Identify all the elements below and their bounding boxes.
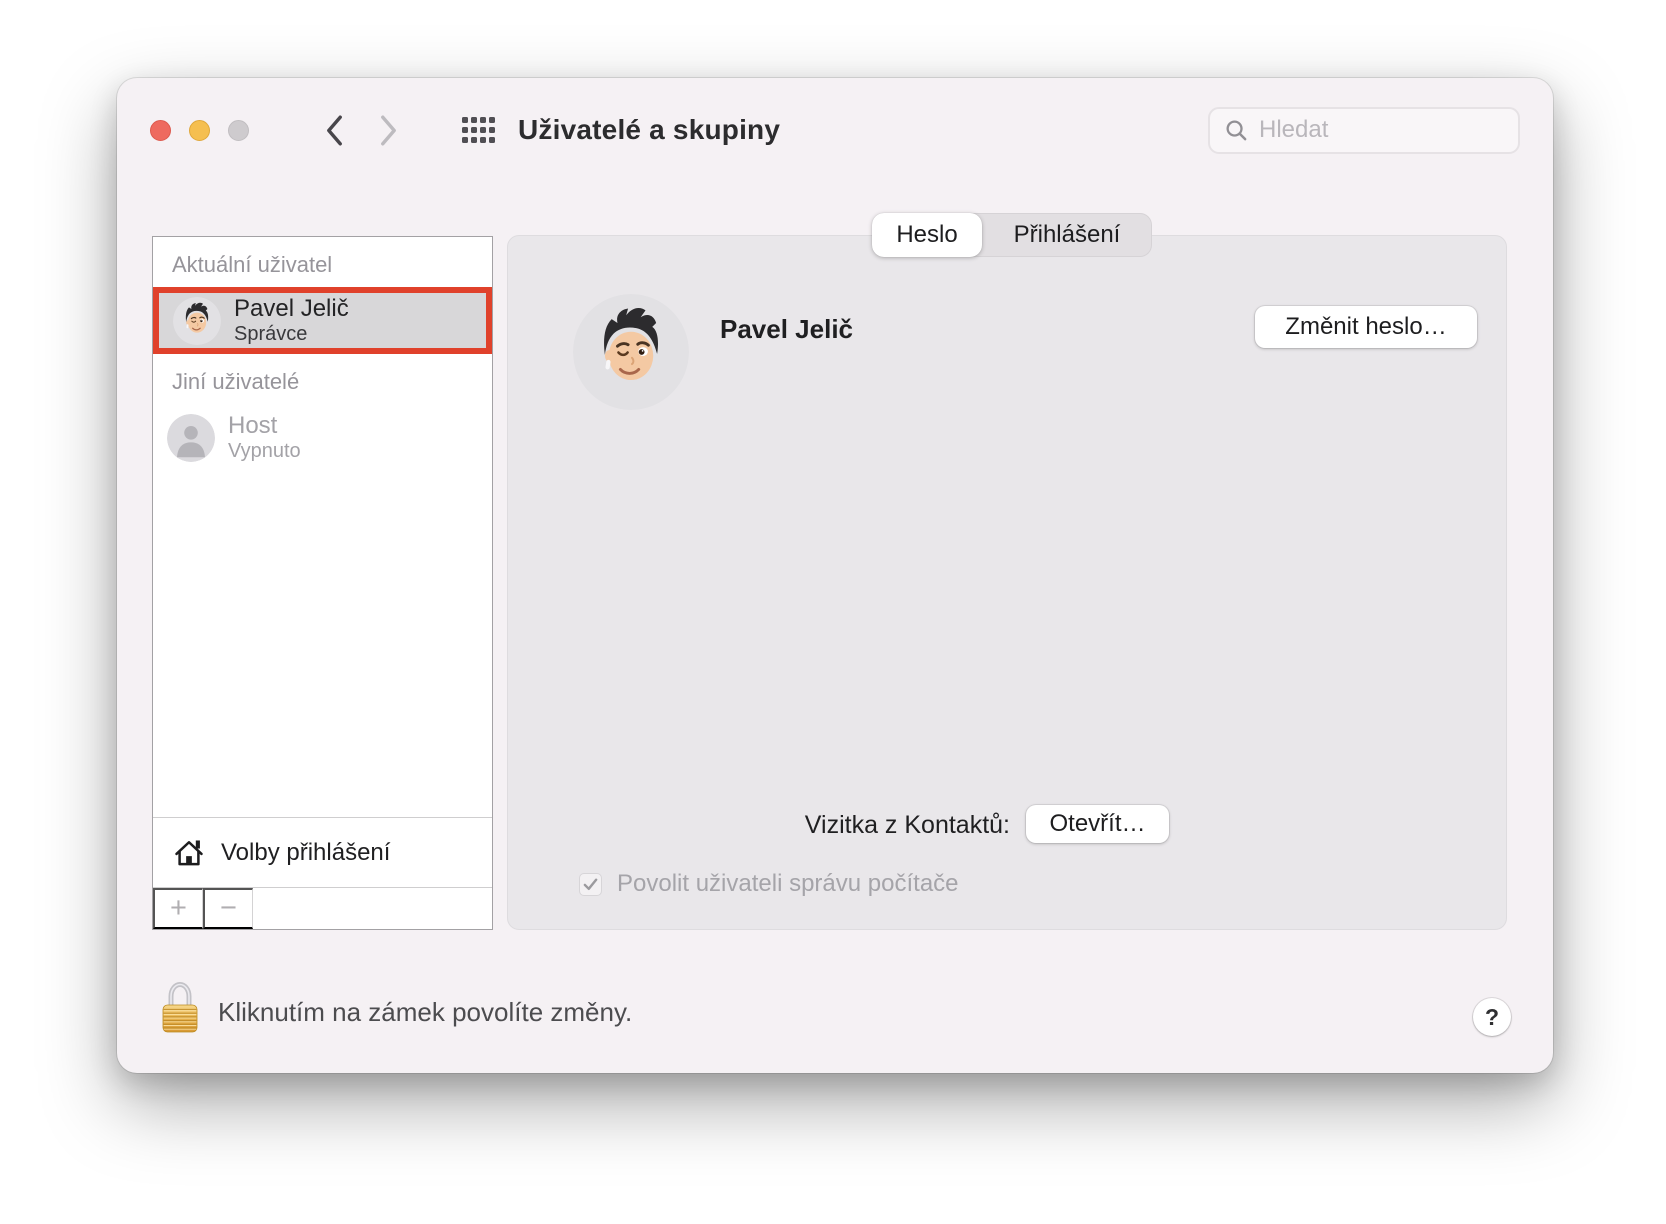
admin-checkbox-label: Povolit uživateli správu počítače	[617, 870, 959, 897]
user-row-current[interactable]: Pavel Jelič Správce	[153, 287, 492, 354]
user-row-guest[interactable]: Host Vypnuto	[153, 404, 492, 471]
user-row-text: Pavel Jelič Správce	[234, 295, 349, 346]
chevron-left-icon	[325, 114, 344, 147]
home-icon	[172, 836, 206, 870]
guest-row-text: Host Vypnuto	[228, 412, 301, 463]
minimize-window-button[interactable]	[189, 119, 210, 141]
back-button[interactable]	[314, 108, 354, 152]
lock-icon	[158, 981, 202, 1035]
contacts-card-label: Vizitka z Kontaktů:	[804, 811, 1010, 839]
profile-picture-memoji[interactable]	[573, 294, 689, 410]
forward-button[interactable]	[368, 108, 408, 152]
zoom-window-button[interactable]	[228, 119, 249, 141]
password-panel: Pavel Jelič Změnit heslo… Vizitka z Kont…	[507, 235, 1507, 930]
lock-message: Kliknutím na zámek povolíte změny.	[218, 997, 633, 1027]
login-options-label: Volby přihlášení	[221, 838, 391, 866]
page-title: Uživatelé a skupiny	[518, 114, 781, 145]
user-avatar-memoji	[173, 297, 221, 345]
grid-icon	[461, 117, 495, 143]
window-controls	[150, 119, 249, 141]
profile-name: Pavel Jelič	[720, 314, 853, 344]
tab-prihlaseni[interactable]: Přihlášení	[982, 213, 1152, 257]
current-user-section-header: Aktuální uživatel	[172, 252, 333, 277]
tab-heslo[interactable]: Heslo	[872, 213, 982, 257]
checkmark-icon	[581, 875, 600, 894]
search-input[interactable]	[1259, 116, 1506, 144]
add-remove-bar: + −	[153, 887, 492, 929]
login-options-row[interactable]: Volby přihlášení	[153, 817, 492, 887]
change-password-button[interactable]: Změnit heslo…	[1255, 306, 1477, 348]
lock-button[interactable]	[158, 981, 202, 1035]
chevron-right-icon	[379, 114, 398, 147]
close-window-button[interactable]	[150, 119, 171, 141]
tab-bar: Heslo Přihlášení	[872, 213, 1152, 257]
user-list-sidebar: Aktuální uživatel Pavel Jelič Správce Ji…	[152, 236, 493, 930]
guest-name: Host	[228, 411, 278, 439]
admin-checkbox[interactable]	[579, 872, 602, 896]
system-preferences-window: Uživatelé a skupiny Aktuální uživatel Pa…	[117, 78, 1553, 1073]
search-field[interactable]	[1208, 106, 1520, 154]
user-name: Pavel Jelič	[234, 294, 349, 322]
remove-user-button[interactable]: −	[203, 888, 253, 929]
show-all-preferences-button[interactable]	[456, 108, 500, 152]
guest-avatar-icon	[167, 414, 215, 462]
add-user-button[interactable]: +	[153, 888, 203, 929]
search-icon	[1224, 118, 1249, 143]
user-role: Správce	[234, 323, 308, 346]
help-button[interactable]: ?	[1473, 998, 1511, 1036]
guest-status: Vypnuto	[228, 440, 301, 463]
titlebar: Uživatelé a skupiny	[117, 78, 1553, 182]
admin-checkbox-row: Povolit uživateli správu počítače	[579, 870, 959, 898]
other-users-section-header: Jiní uživatelé	[172, 369, 300, 394]
open-contact-card-button[interactable]: Otevřít…	[1026, 805, 1169, 843]
